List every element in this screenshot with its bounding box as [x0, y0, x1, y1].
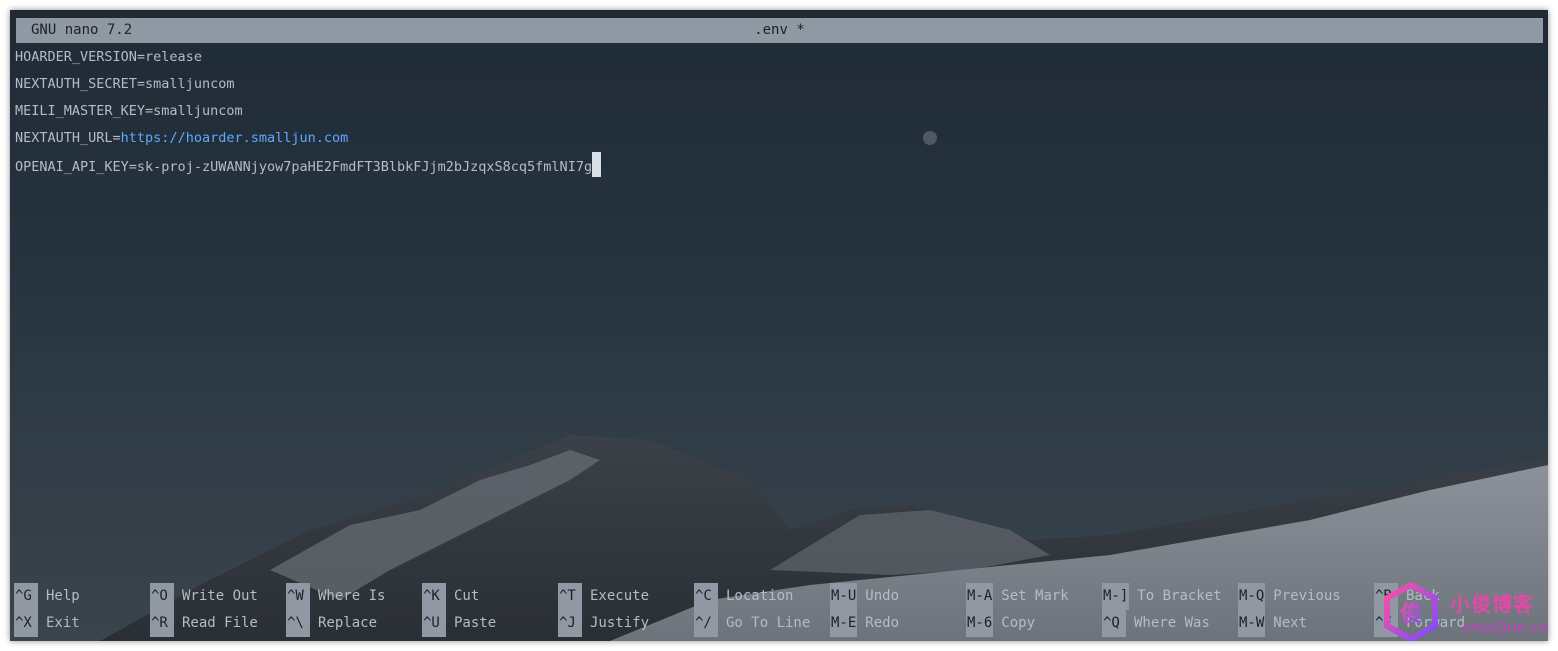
shortcut-key: ^U [422, 610, 446, 637]
shortcut-item[interactable]: ^C Location [694, 583, 793, 610]
env-value: sk-proj-zUWANNjyow7paHE2FmdFT3BlbkFJjm2b… [136, 159, 593, 175]
shortcut-item[interactable]: ^R Read File [150, 610, 258, 637]
env-key: NEXTAUTH_URL= [15, 130, 121, 146]
shortcut-item[interactable]: ^J Justify [558, 610, 649, 637]
editor-line[interactable]: MEILI_MASTER_KEY=smalljuncom [15, 98, 1535, 125]
shortcut-label: Location [726, 588, 794, 604]
shortcut-item[interactable]: ^\ Replace [286, 610, 377, 637]
shortcut-key: M-6 [966, 610, 994, 637]
env-key: MEILI_MASTER_KEY= [15, 103, 154, 119]
shortcut-key: ^/ [694, 610, 718, 637]
shortcut-item[interactable]: ^G Help [14, 583, 80, 610]
shortcut-key: ^\ [286, 610, 310, 637]
watermark: 俊 小俊博客 smalljun.com [1382, 582, 1548, 641]
editor-line[interactable]: NEXTAUTH_SECRET=smalljuncom [15, 71, 1535, 98]
shortcut-key: M-W [1238, 610, 1266, 637]
shortcut-label: Go To Line [726, 615, 811, 631]
shortcut-label: Set Mark [1001, 588, 1069, 604]
shortcut-label: Copy [1001, 615, 1036, 631]
shortcut-label: Write Out [182, 588, 258, 604]
shortcut-label: Cut [454, 588, 480, 604]
shortcut-item[interactable]: M-E Redo [830, 610, 899, 637]
shortcut-item[interactable]: ^X Exit [14, 610, 80, 637]
shortcut-label: Where Is [318, 588, 386, 604]
shortcut-key: ^K [422, 583, 446, 610]
blog-name: 小俊博客 [1450, 592, 1534, 616]
shortcut-item[interactable]: ^O Write Out [150, 583, 258, 610]
env-value: smalljuncom [145, 76, 235, 92]
shortcut-key: ^O [150, 583, 174, 610]
editor-area[interactable]: HOARDER_VERSION=release NEXTAUTH_SECRET=… [15, 44, 1535, 179]
shortcut-key: ^C [694, 583, 718, 610]
env-key: NEXTAUTH_SECRET= [15, 76, 146, 92]
shortcut-label: Execute [590, 588, 650, 604]
shortcut-bar: ^G Help ^O Write Out ^W Where Is ^K Cut ^T Execut… [14, 583, 1548, 637]
shortcut-key: ^J [558, 610, 582, 637]
logo-glyph: 俊 [1400, 601, 1422, 627]
shortcut-label: Replace [318, 615, 378, 631]
env-key: HOARDER_VERSION= [15, 49, 146, 65]
shortcut-item[interactable]: M-Q Previous [1238, 583, 1341, 610]
shortcut-item[interactable]: ^T Execute [558, 583, 649, 610]
editor-line[interactable]: HOARDER_VERSION=release [15, 44, 1535, 71]
shortcut-item[interactable]: M-A Set Mark [966, 583, 1069, 610]
env-value: release [145, 49, 202, 65]
shortcut-item[interactable]: M-] To Bracket [1102, 583, 1222, 610]
shortcut-item[interactable]: ^U Paste [422, 610, 496, 637]
shortcut-label: Exit [46, 615, 80, 631]
shortcut-key: ^W [286, 583, 310, 610]
shortcut-key: ^X [14, 610, 38, 637]
shortcut-key: M-E [830, 610, 858, 637]
shortcut-key: M-A [966, 583, 994, 610]
shortcut-key: M-] [1102, 583, 1130, 610]
shortcut-label: Previous [1273, 588, 1341, 604]
file-name: .env * [754, 22, 805, 38]
blog-logo-icon: 俊 [1384, 582, 1438, 641]
shortcut-key: M-Q [1238, 583, 1266, 610]
terminal-window: GNU nano 7.2 .env * HOARDER_VERSION=rele… [10, 10, 1548, 641]
shortcut-item[interactable]: ^/ Go To Line [694, 610, 810, 637]
shortcut-key: ^G [14, 583, 38, 610]
shortcut-label: Read File [182, 615, 258, 631]
shortcut-label: Undo [865, 588, 900, 604]
editor-line[interactable]: OPENAI_API_KEY=sk-proj-zUWANNjyow7paHE2F… [15, 152, 1535, 179]
shortcut-key: ^T [558, 583, 582, 610]
shortcut-label: Next [1273, 615, 1308, 631]
shortcut-item[interactable]: ^Q Where Was [1102, 610, 1210, 637]
shortcut-label: Justify [590, 615, 650, 631]
shortcut-item[interactable]: M-U Undo [830, 583, 899, 610]
shortcut-label: Where Was [1134, 615, 1210, 631]
editor-line[interactable]: NEXTAUTH_URL=https://hoarder.smalljun.co… [15, 125, 1535, 152]
title-bar: GNU nano 7.2 .env * [16, 18, 1543, 43]
blog-domain: smalljun.com [1462, 618, 1548, 636]
shortcut-item[interactable]: M-W Next [1238, 610, 1307, 637]
shortcut-key: ^Q [1102, 610, 1126, 637]
env-key: OPENAI_API_KEY= [15, 159, 137, 175]
shortcut-label: To Bracket [1137, 588, 1222, 604]
shortcut-label: Paste [454, 615, 497, 631]
env-value: smalljuncom [153, 103, 243, 119]
shortcut-item[interactable]: ^W Where Is [286, 583, 385, 610]
shortcut-item[interactable]: ^K Cut [422, 583, 479, 610]
shortcut-label: Help [46, 588, 80, 604]
shortcut-label: Redo [865, 615, 900, 631]
text-cursor [592, 152, 602, 177]
url-link[interactable]: https://hoarder.smalljun.com [121, 130, 349, 146]
shortcut-item[interactable]: M-6 Copy [966, 610, 1035, 637]
shortcut-key: ^R [150, 610, 174, 637]
shortcut-key: M-U [830, 583, 858, 610]
